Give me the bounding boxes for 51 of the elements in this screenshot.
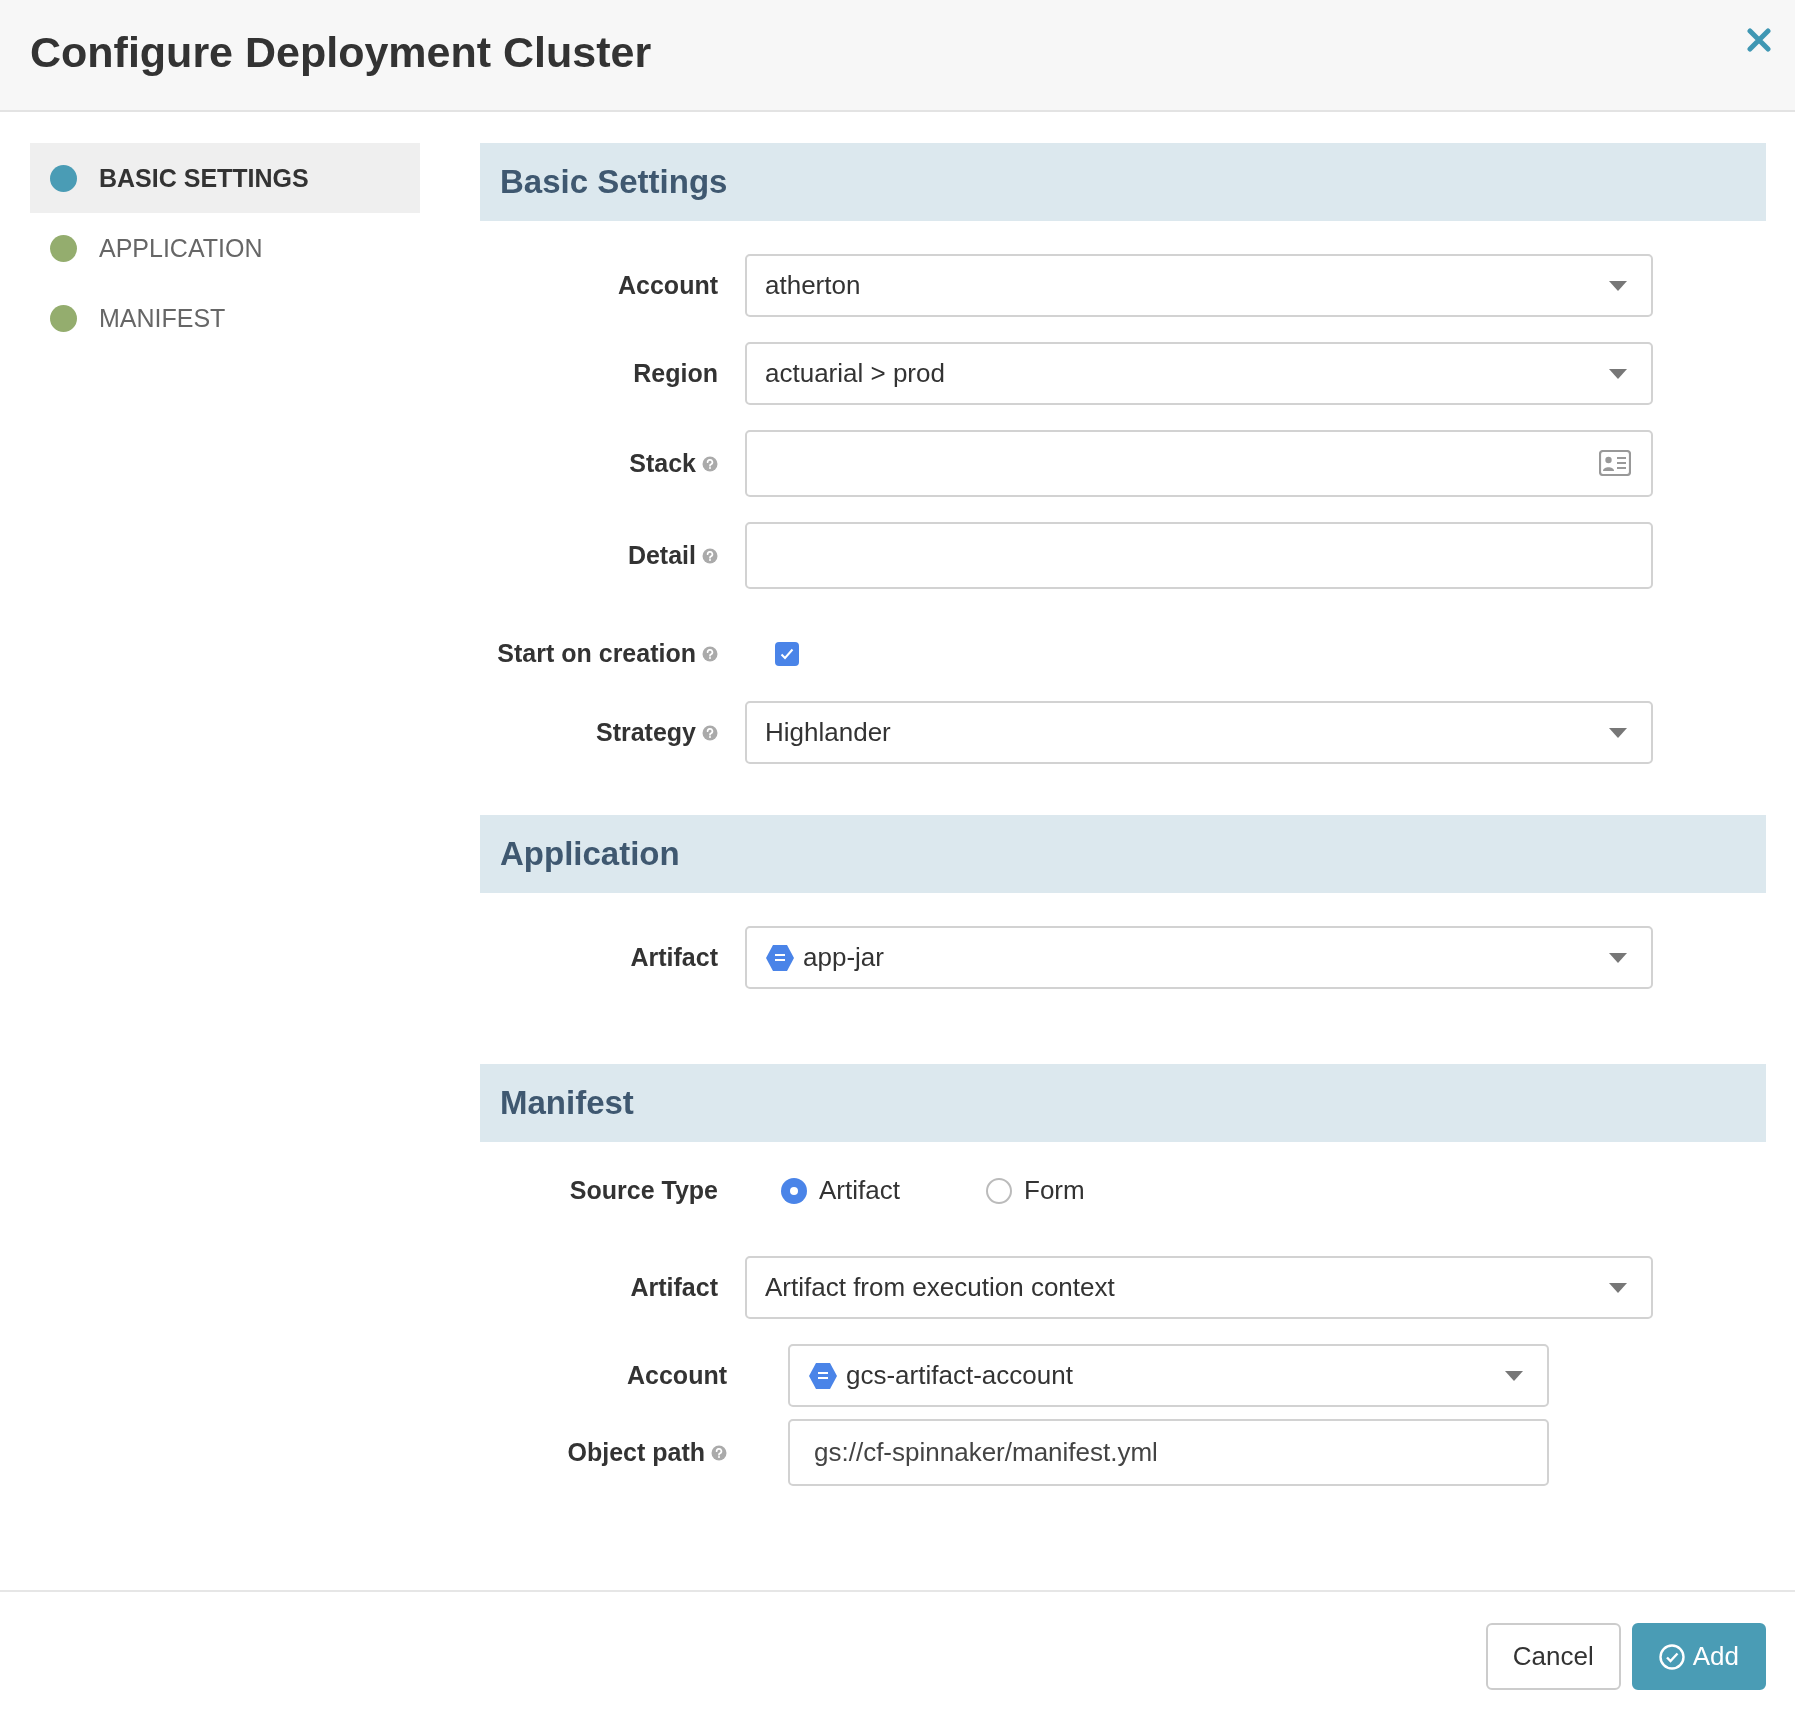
help-icon[interactable] [702,724,718,741]
sidebar-item[interactable]: BASIC SETTINGS [30,143,420,213]
field-label: Artifact [630,943,718,972]
select-field[interactable]: Highlander [745,701,1653,764]
text-field[interactable] [745,522,1653,589]
select-field[interactable]: gcs-artifact-account [788,1344,1549,1407]
caret-icon [1609,368,1627,379]
field-label: Start on creation [497,639,696,668]
text-field[interactable]: gs://cf-spinnaker/manifest.yml [788,1419,1549,1486]
radio-button[interactable] [781,1177,807,1204]
caret-icon [1609,280,1627,291]
field-label: Detail [627,541,696,570]
close-icon[interactable] [1747,28,1771,52]
text-field[interactable] [745,430,1653,497]
help-icon[interactable] [702,645,718,662]
caret-icon [1505,1370,1523,1381]
section-header: Basic Settings [480,143,1766,221]
field-label: Account [627,1361,727,1390]
select-field[interactable]: actuarial > prod [745,342,1653,405]
select-field[interactable]: app-jar [745,926,1653,989]
field-label: Strategy [595,718,696,747]
sidebar-item-label: MANIFEST [99,303,226,333]
sidebar-item[interactable]: MANIFEST [30,283,420,353]
contact-card-icon[interactable] [1599,450,1631,476]
field-label: Source Type [569,1176,718,1205]
help-icon[interactable] [711,1444,727,1461]
caret-icon [1609,727,1627,738]
field-label: Stack [629,449,696,478]
field-label: Region [633,359,718,388]
field-label: Artifact [630,1273,718,1302]
section-header: Application [480,815,1766,893]
select-field[interactable]: Artifact from execution context [745,1256,1653,1319]
radio-label[interactable]: Form [1024,1175,1085,1206]
dialog-title: Configure Deployment Cluster [30,28,652,77]
sidebar-item[interactable]: APPLICATION [30,213,420,283]
select-field[interactable]: atherton [745,254,1653,317]
section-header: Manifest [480,1064,1766,1142]
caret-icon [1609,1282,1627,1293]
checkbox[interactable] [775,641,799,666]
cancel-button[interactable]: Cancel [1485,1623,1621,1690]
field-label: Object path [567,1438,705,1467]
check-icon [780,647,794,660]
help-icon[interactable] [702,547,718,564]
caret-icon [1609,952,1627,963]
sidebar-item-label: APPLICATION [99,233,263,263]
sidebar-item-label: BASIC SETTINGS [99,163,309,193]
radio-label[interactable]: Artifact [819,1175,900,1206]
field-label: Account [618,271,718,300]
help-icon[interactable] [702,455,718,472]
radio-button[interactable] [986,1177,1012,1204]
check-circle-icon [1658,1643,1685,1670]
